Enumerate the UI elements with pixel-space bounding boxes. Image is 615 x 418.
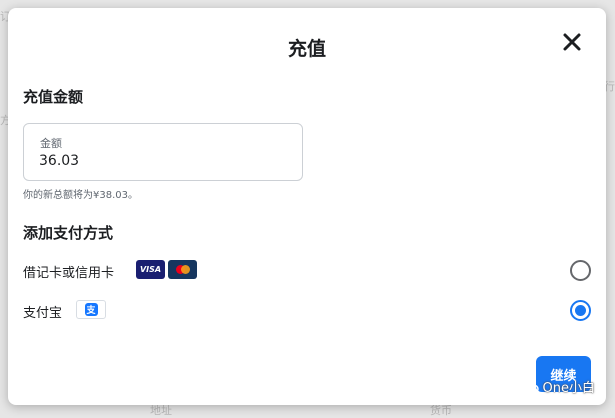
visa-logo-icon: VISA — [136, 260, 165, 279]
mastercard-logo-icon — [168, 260, 197, 279]
payment-option-label: 借记卡或信用卡 — [23, 266, 115, 281]
alipay-logos: 支 — [76, 300, 106, 319]
watermark: One小白 — [517, 377, 595, 396]
card-radio-button[interactable] — [570, 260, 591, 281]
alipay-logo-icon: 支 — [76, 300, 106, 319]
amount-field[interactable]: 金额 — [23, 123, 303, 181]
alipay-mark: 支 — [84, 303, 98, 316]
new-total-hint: 你的新总额将为¥38.03。 — [23, 190, 138, 201]
card-logos: VISA — [136, 260, 197, 279]
close-button[interactable] — [560, 30, 584, 54]
recharge-dialog: 充值 充值金额 金额 你的新总额将为¥38.03。 添加支付方式 借记卡或信用卡… — [8, 8, 606, 405]
amount-section-title: 充值金额 — [23, 88, 84, 106]
alipay-radio-button[interactable] — [570, 300, 591, 321]
payment-option-label: 支付宝 — [23, 306, 63, 321]
close-icon — [563, 33, 581, 51]
payment-option-alipay[interactable]: 支付宝 支 — [23, 297, 591, 325]
wechat-icon — [517, 379, 539, 394]
payment-option-card[interactable]: 借记卡或信用卡 VISA — [23, 257, 591, 285]
radio-selected-dot — [575, 305, 586, 316]
dialog-title: 充值 — [287, 38, 326, 60]
amount-input[interactable] — [39, 150, 289, 172]
watermark-text: One小白 — [542, 381, 595, 396]
payment-section-title: 添加支付方式 — [23, 224, 114, 242]
amount-field-label: 金额 — [40, 137, 62, 150]
